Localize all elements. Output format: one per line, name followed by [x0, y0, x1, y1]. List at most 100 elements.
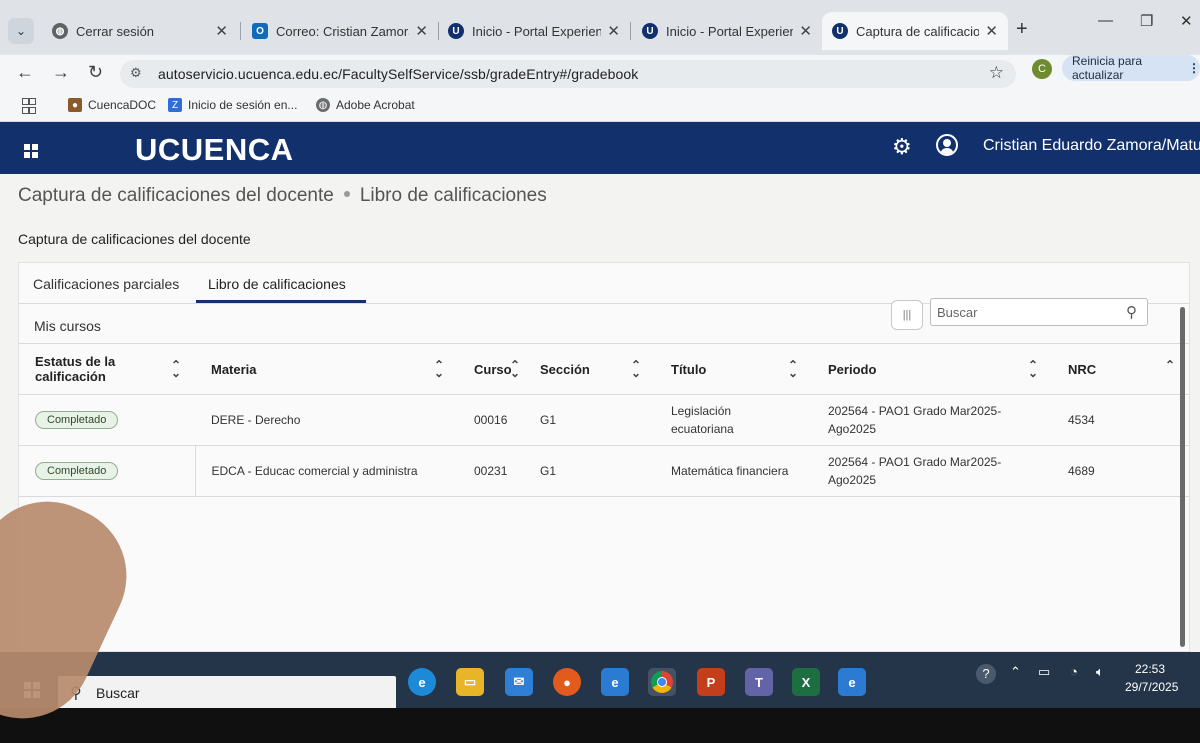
curso-cell: 00016 [458, 394, 524, 446]
sort-icon[interactable]: ⌃ ⌄ [434, 359, 444, 379]
chrome-icon[interactable] [648, 668, 676, 696]
wifi-icon[interactable]: ◔ [1070, 664, 1078, 679]
status-cell: Completado [19, 445, 196, 497]
column-header-seccion[interactable]: Sección ⌃ ⌄ [524, 343, 655, 395]
u-icon: U [832, 23, 848, 39]
tab-gradebook[interactable]: Libro de calificaciones [208, 276, 346, 292]
new-tab-button[interactable]: + [1016, 18, 1028, 41]
powerpoint-icon[interactable]: P [697, 668, 725, 696]
column-header-curso[interactable]: Curso ⌃ ⌄ [458, 343, 524, 395]
browser-tab-4[interactable]: U Inicio - Portal Experience ✕ [632, 12, 822, 50]
gear-icon[interactable]: ⚙ [892, 134, 912, 160]
sort-icon[interactable]: ⌃ ⌄ [631, 359, 641, 379]
browser-tab-2[interactable]: O Correo: Cristian Zamora ✕ [242, 12, 438, 50]
taskbar-search[interactable]: ⚲ Buscar [58, 676, 396, 710]
close-tab-icon[interactable]: ✕ [799, 22, 812, 40]
browser-tab-title: Inicio - Portal Experience [666, 23, 794, 39]
address-bar[interactable]: ⚙ autoservicio.ucuenca.edu.ec/FacultySel… [120, 60, 1016, 88]
column-header-titulo[interactable]: Título ⌃ ⌄ [655, 343, 812, 395]
column-header-materia[interactable]: Materia ⌃ ⌄ [195, 343, 458, 395]
column-header-label: Título [671, 361, 707, 377]
bookmark-adobe[interactable]: ◍ Adobe Acrobat [316, 98, 415, 112]
column-header-status[interactable]: Estatus de la calificación ⌃ ⌄ [19, 343, 195, 395]
nrc-cell: 4689 [1052, 445, 1189, 497]
u-icon: U [642, 23, 658, 39]
sort-icon[interactable]: ⌃ ⌄ [510, 359, 520, 379]
close-tab-icon[interactable]: ✕ [215, 22, 228, 40]
mail-icon[interactable]: ✉ [505, 668, 533, 696]
ie-icon[interactable]: e [601, 668, 629, 696]
column-header-label: Sección [540, 361, 590, 377]
browser-toolbar: ← → ↻ ⚙ autoservicio.ucuenca.edu.ec/Facu… [0, 54, 1200, 93]
clock-date[interactable]: 29/7/2025 [1125, 680, 1178, 694]
taskbar-search-label: Buscar [96, 685, 140, 701]
user-name[interactable]: Cristian Eduardo Zamora/Matute [983, 137, 1200, 155]
edge-icon[interactable]: e [408, 668, 436, 696]
restore-button[interactable]: ❐ [1140, 12, 1153, 30]
close-tab-icon[interactable]: ✕ [985, 22, 998, 40]
browser-tab-strip: ⌄ ◍ Cerrar sesión ✕ O Correo: Cristian Z… [0, 0, 1200, 55]
apps-grid-icon[interactable] [22, 98, 36, 114]
cuencadoc-icon: ● [68, 98, 82, 112]
chevron-up-icon[interactable]: ⌃ [1010, 664, 1021, 680]
app-header: UCUENCA ⚙ Cristian Eduardo Zamora/Matute [0, 122, 1200, 174]
file-explorer-icon[interactable]: ▭ [456, 668, 484, 696]
reload-icon[interactable]: ↻ [88, 62, 103, 83]
sort-icon[interactable]: ⌃ ⌄ [788, 359, 798, 379]
firefox-icon[interactable]: ● [553, 668, 581, 696]
profile-avatar[interactable]: C [1032, 59, 1052, 79]
browser-tab-title: Captura de calificaciones [856, 23, 980, 39]
column-header-label: NRC [1068, 361, 1097, 377]
site-info-icon[interactable]: ⚙ [130, 65, 142, 81]
search-icon[interactable]: ⚲ [1126, 303, 1137, 321]
minimize-button[interactable]: — [1098, 12, 1113, 29]
column-header-periodo[interactable]: Periodo ⌃ ⌄ [812, 343, 1052, 395]
gradebook-card: Calificaciones parciales Libro de califi… [18, 262, 1190, 652]
titulo-cell: Legislación ecuatoriana [655, 394, 812, 446]
courses-table: Estatus de la calificación ⌃ ⌄ Materia ⌃ ⌄ C… [19, 343, 1189, 497]
bookmark-star-icon[interactable]: ☆ [989, 63, 1004, 83]
bookmark-zoho[interactable]: Z Inicio de sesión en... [168, 98, 297, 112]
forward-arrow-icon[interactable]: → [52, 62, 70, 83]
bookmark-cuencadoc[interactable]: ● CuencaDOC [68, 98, 156, 112]
battery-icon[interactable]: ▭ [1038, 664, 1050, 680]
teams-icon[interactable]: T [745, 668, 773, 696]
tab-partial-grades[interactable]: Calificaciones parciales [33, 276, 179, 292]
table-row[interactable]: Completado EDCA - Educac comercial y adm… [19, 445, 1189, 497]
tab-search-chevron-icon[interactable]: ⌄ [8, 18, 34, 44]
browser-tab-5-active[interactable]: U Captura de calificaciones ✕ [822, 12, 1008, 50]
browser-tab-1[interactable]: ◍ Cerrar sesión ✕ [42, 12, 238, 50]
table-row[interactable]: Completado DERE - Derecho 00016 G1 Legis… [19, 394, 1189, 446]
kebab-menu-icon[interactable]: ⋮ [1188, 61, 1200, 75]
excel-icon[interactable]: X [792, 668, 820, 696]
vertical-scrollbar[interactable] [1180, 307, 1185, 647]
close-window-button[interactable]: ✕ [1180, 12, 1193, 30]
seccion-cell: G1 [524, 394, 655, 446]
ie-icon[interactable]: e [838, 668, 866, 696]
titulo-cell: Matemática financiera [655, 445, 812, 497]
volume-icon[interactable]: 🔈︎ [1096, 664, 1104, 680]
tab-separator [630, 22, 631, 40]
breadcrumb-item-first[interactable]: Captura de calificaciones del docente [18, 185, 334, 206]
sort-icon[interactable]: ⌃ ⌄ [171, 359, 181, 379]
clock-time[interactable]: 22:53 [1135, 662, 1165, 676]
update-button[interactable]: Reinicia para actualizar ⋮ [1062, 54, 1200, 82]
nrc-cell: 4534 [1052, 394, 1189, 446]
search-input[interactable] [937, 305, 1117, 320]
user-avatar-icon[interactable] [936, 134, 958, 156]
search-box[interactable]: ⚲ [930, 298, 1148, 326]
back-arrow-icon[interactable]: ← [16, 62, 34, 83]
active-tab-indicator [196, 300, 366, 303]
help-icon[interactable]: ? [976, 664, 996, 684]
close-tab-icon[interactable]: ✕ [607, 22, 620, 40]
status-badge: Completado [35, 462, 119, 480]
breadcrumb: Captura de calificaciones del docente Lib… [18, 185, 547, 207]
sort-icon[interactable]: ⌃ ⌄ [1028, 359, 1038, 379]
close-tab-icon[interactable]: ✕ [415, 22, 428, 40]
column-header-nrc[interactable]: NRC ⌃ [1052, 343, 1189, 395]
sort-icon[interactable]: ⌃ [1165, 359, 1175, 371]
browser-tab-title: Correo: Cristian Zamora [276, 23, 410, 39]
columns-toggle-button[interactable]: ||| [891, 300, 923, 330]
browser-tab-3[interactable]: U Inicio - Portal Experience ✕ [438, 12, 630, 50]
app-menu-grid-icon[interactable] [24, 144, 38, 158]
